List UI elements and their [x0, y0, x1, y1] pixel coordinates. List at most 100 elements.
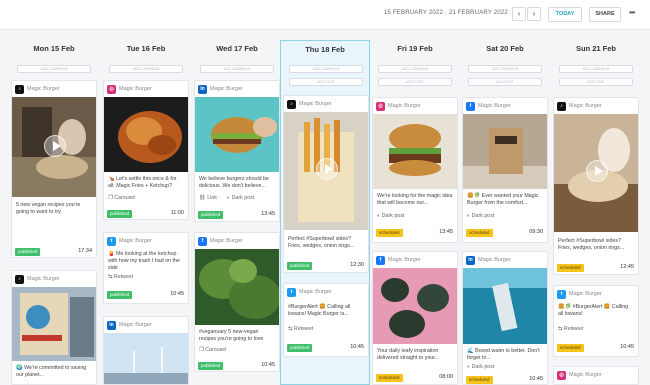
post-type: ⇆ Retweet: [558, 326, 584, 332]
post-type: ⇆ Retweet: [288, 326, 314, 332]
post-type: ❐ Carousel: [199, 347, 227, 353]
tiktok-icon: ♪: [15, 274, 24, 284]
linkedin-icon: in: [107, 320, 116, 330]
post-time: 13:45: [439, 229, 453, 235]
account-name: Magic Burger: [569, 291, 602, 297]
account-name: Magic Burger: [478, 103, 511, 109]
tiktok-icon: ♪: [287, 99, 296, 109]
post-card[interactable]: ♪ Magic Burger Perfect #Superbowl sides? …: [283, 95, 369, 273]
date-range: 15 FEBRUARY 2022 · 21 FEBRUARY 2022: [384, 10, 508, 16]
prev-week-button[interactable]: ‹: [512, 7, 526, 21]
post-card[interactable]: in Magic Burger: [103, 316, 189, 385]
instagram-icon: ◎: [107, 84, 116, 94]
post-type: ❐ Carousel: [108, 195, 136, 201]
day-header: Sat 20 Feb: [486, 44, 524, 53]
post-card[interactable]: t Magic Burger #BurgerAlert 🍔 Calling all…: [283, 283, 369, 357]
post-type: ◐ Dark post: [467, 213, 495, 219]
post-card[interactable]: ♪ Magic Burger Perfect #Superbowl sides? …: [553, 97, 639, 275]
day-header: Thu 18 Feb: [305, 45, 345, 54]
status-badge: scheduled: [466, 376, 493, 384]
add-campaign-slot[interactable]: ADD CAMPAIGN: [289, 65, 363, 73]
post-card[interactable]: ◎ Magic Burger: [553, 366, 639, 385]
linkedin-icon: in: [198, 84, 207, 94]
post-caption: 🍔🥬 Ever wanted your Magic Burger from th…: [467, 193, 539, 206]
status-badge: published: [107, 291, 133, 299]
account-name: Magic Burger: [210, 238, 243, 244]
account-name: Magic Burger: [299, 101, 332, 107]
status-badge: scheduled: [557, 344, 584, 352]
add-post-slot[interactable]: ADD POST: [559, 78, 633, 86]
account-name: Magic Burger: [388, 103, 421, 109]
post-card[interactable]: ♪ Magic Burger 🌍 We're committed to savin…: [11, 270, 97, 385]
post-card[interactable]: t Magic Burger 🍟 Me looking at the ketchu…: [103, 232, 189, 304]
post-image: [104, 97, 188, 172]
post-card[interactable]: ◎ Magic Burger 🍗 Let's settle this once &…: [103, 80, 189, 220]
post-time: 10:45: [350, 344, 364, 350]
post-image: [104, 333, 188, 384]
account-name: Magic Burger: [388, 257, 421, 263]
next-week-button[interactable]: ›: [527, 7, 541, 21]
post-caption: 5 new vegan recipes you're going to want…: [16, 202, 81, 215]
status-badge: scheduled: [557, 264, 584, 272]
add-campaign-slot[interactable]: ADD CAMPAIGN: [200, 65, 274, 73]
more-horizontal-icon[interactable]: •••: [629, 8, 635, 17]
post-caption: We believe burgers should be delicious. …: [199, 176, 269, 189]
status-badge: scheduled: [466, 229, 493, 237]
facebook-icon: f: [198, 236, 207, 246]
post-type: ⛓ Link ◐ Dark post: [199, 195, 255, 201]
status-badge: published: [198, 211, 224, 219]
post-time: 11:00: [170, 210, 184, 216]
post-card[interactable]: in Magic Burger 🌊 Boxed water is better. …: [462, 251, 548, 385]
play-icon[interactable]: [44, 135, 66, 157]
link-icon: ⛓: [199, 195, 208, 201]
day-header: Mon 15 Feb: [33, 44, 75, 53]
post-card[interactable]: t Magic Burger 🍔🥬 #BurgerAlert 🍔 Calling …: [553, 285, 639, 357]
add-post-slot[interactable]: ADD POST: [289, 78, 363, 86]
add-campaign-slot[interactable]: ADD CAMPAIGN: [109, 65, 183, 73]
post-card[interactable]: f Magic Burger #veganuary 5 new-vegan rec…: [194, 232, 280, 372]
post-caption: 🍗 Let's settle this once & for all: Magi…: [108, 176, 177, 189]
status-badge: published: [198, 362, 224, 370]
post-caption: 🍔🥬 #BurgerAlert 🍔 Calling all lowans!: [558, 304, 629, 317]
status-badge: published: [287, 344, 313, 352]
add-campaign-slot[interactable]: ADD CAMPAIGN: [468, 65, 542, 73]
post-caption: #BurgerAlert 🍔 Calling all lowans! Magic…: [288, 304, 351, 317]
chevron-right-icon: ›: [532, 9, 536, 18]
add-post-slot[interactable]: ADD POST: [468, 78, 542, 86]
day-header: Wed 17 Feb: [216, 44, 258, 53]
post-type: ⇆ Retweet: [108, 274, 134, 280]
status-badge: published: [287, 262, 313, 270]
play-icon[interactable]: [316, 158, 338, 180]
post-time: 13:45: [261, 211, 275, 217]
account-name: Magic Burger: [119, 238, 152, 244]
account-name: Magic Burger: [119, 322, 152, 328]
add-campaign-slot[interactable]: ADD CAMPAIGN: [378, 65, 452, 73]
account-name: Magic Burger: [299, 289, 332, 295]
post-card[interactable]: f Magic Burger Your daily leafy inspirati…: [372, 251, 458, 385]
post-image: [195, 249, 279, 325]
status-badge: published: [107, 210, 133, 218]
post-card[interactable]: f Magic Burger 🍔🥬 Ever wanted your Magic …: [462, 97, 548, 243]
post-image: [463, 114, 547, 189]
add-campaign-slot[interactable]: ADD CAMPAIGN: [17, 65, 91, 73]
status-badge: scheduled: [376, 374, 403, 382]
account-name: Magic Burger: [478, 257, 511, 263]
twitter-icon: t: [557, 289, 566, 299]
post-time: 09:30: [529, 229, 543, 235]
post-caption: We're looking for the magic idea that wi…: [377, 193, 453, 206]
play-icon[interactable]: [586, 160, 608, 182]
post-time: 08:00: [439, 374, 453, 380]
post-card[interactable]: ♪ Magic Burger 5 new vegan recipes you're…: [11, 80, 97, 258]
post-caption: Perfect #Superbowl sides? Fries, wedges,…: [558, 238, 625, 251]
day-header: Sun 21 Feb: [575, 44, 616, 53]
add-campaign-slot[interactable]: ADD CAMPAIGN: [559, 65, 633, 73]
share-button[interactable]: SHARE: [589, 7, 621, 22]
post-time: 10:45: [170, 291, 184, 297]
post-card[interactable]: in Magic Burger We believe burgers should…: [194, 80, 280, 222]
post-time: 10:45: [529, 376, 543, 382]
post-card[interactable]: ◎ Magic Burger We're looking for the magi…: [372, 97, 458, 243]
account-name: Magic Burger: [210, 86, 243, 92]
add-post-slot[interactable]: ADD POST: [378, 78, 452, 86]
post-caption: 🍟 Me looking at the ketchup with how my …: [108, 251, 180, 271]
today-button[interactable]: TODAY: [548, 7, 582, 22]
